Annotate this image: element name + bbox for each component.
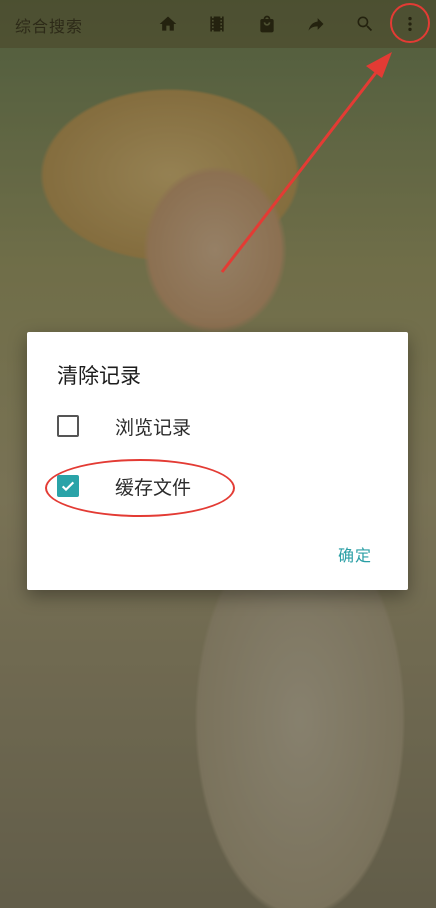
annotation-arrow — [220, 52, 392, 273]
option-label: 浏览记录 — [115, 416, 192, 439]
annotation-ellipse-cache — [45, 459, 235, 517]
checkbox-browsing-history[interactable] — [57, 415, 79, 437]
clear-records-dialog: 清除记录 浏览记录 缓存文件 确定 — [27, 332, 408, 590]
option-browsing-history[interactable]: 浏览记录 — [57, 410, 377, 442]
confirm-button[interactable]: 确定 — [338, 542, 372, 566]
dialog-title: 清除记录 — [57, 364, 141, 388]
